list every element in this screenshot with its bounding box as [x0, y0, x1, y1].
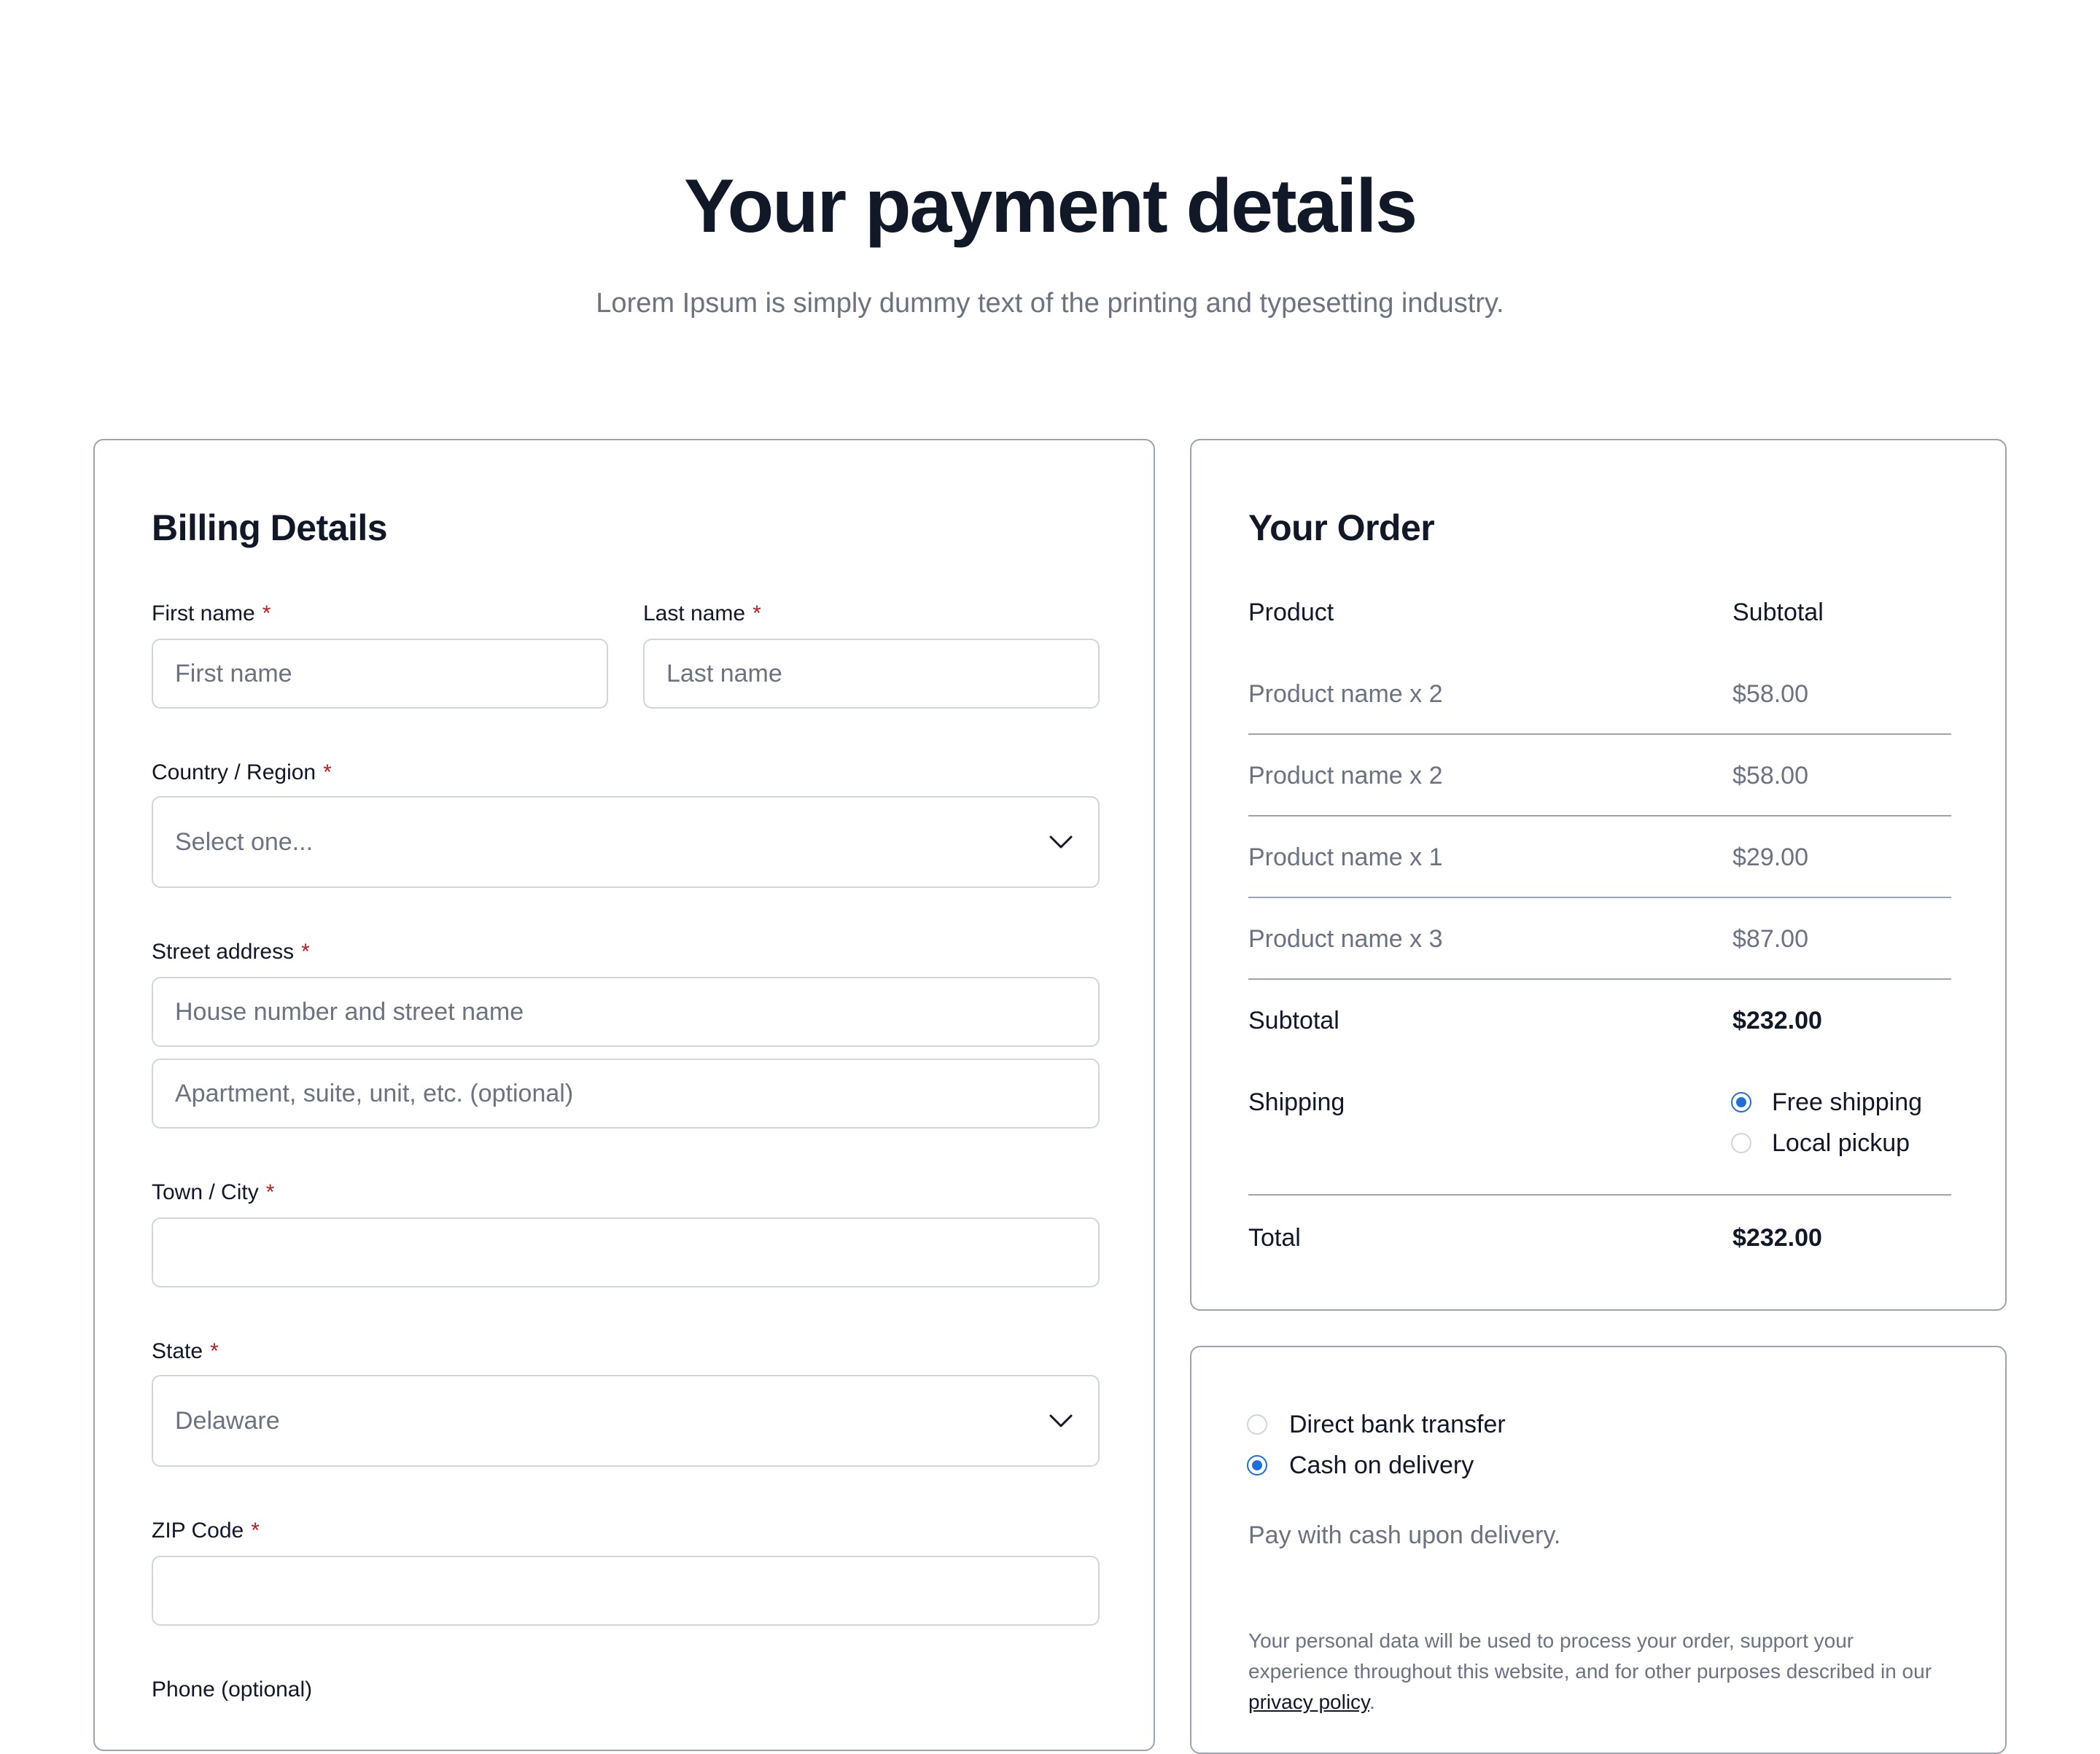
local-pickup-radio[interactable]: [1731, 1133, 1751, 1153]
required-mark: *: [210, 1339, 219, 1363]
last-name-input[interactable]: Last name: [643, 639, 1100, 709]
order-item-name: Product name x 3: [1248, 925, 1443, 953]
apartment-placeholder: Apartment, suite, unit, etc. (optional): [175, 1079, 574, 1107]
billing-details-card: Billing Details First name * First name L…: [93, 439, 1155, 1751]
subtotal-column-header: Subtotal: [1732, 599, 1824, 626]
city-input[interactable]: [152, 1217, 1100, 1287]
row-divider: [1248, 815, 1951, 816]
local-pickup-label[interactable]: Local pickup: [1772, 1127, 1910, 1159]
chevron-down-icon: [1049, 835, 1073, 849]
state-select[interactable]: Delaware: [152, 1375, 1100, 1467]
privacy-policy-link[interactable]: privacy policy: [1248, 1691, 1369, 1713]
state-label: State *: [152, 1339, 219, 1363]
page-title: Your payment details: [683, 164, 1418, 249]
required-mark: *: [301, 940, 310, 964]
order-title: Your Order: [1248, 507, 1435, 548]
last-name-placeholder: Last name: [666, 659, 782, 687]
order-item-name: Product name x 2: [1248, 680, 1443, 708]
total-label: Total: [1248, 1224, 1301, 1252]
free-shipping-radio[interactable]: [1731, 1092, 1751, 1112]
city-label: Town / City *: [152, 1180, 275, 1204]
order-item-price: $87.00: [1732, 925, 1808, 953]
row-divider: [1248, 897, 1951, 898]
page-subtitle: Lorem Ipsum is simply dummy text of the …: [596, 288, 1504, 319]
first-name-input[interactable]: First name: [152, 639, 608, 709]
order-summary-card: Your Order Product Subtotal Product name…: [1190, 439, 2007, 1311]
cash-on-delivery-label[interactable]: Cash on delivery: [1289, 1449, 1474, 1481]
first-name-label: First name *: [152, 601, 271, 625]
zip-input[interactable]: [152, 1556, 1100, 1626]
free-shipping-label[interactable]: Free shipping: [1772, 1086, 1922, 1118]
bank-transfer-radio[interactable]: [1247, 1414, 1267, 1435]
first-name-placeholder: First name: [175, 659, 292, 687]
bank-transfer-label[interactable]: Direct bank transfer: [1289, 1408, 1506, 1441]
payment-method-card: Direct bank transfer Cash on delivery Pa…: [1190, 1346, 2007, 1754]
row-divider: [1248, 733, 1951, 735]
zip-label: ZIP Code *: [152, 1519, 260, 1543]
subtotal-value: $232.00: [1732, 1007, 1822, 1034]
product-column-header: Product: [1248, 599, 1334, 626]
payment-note: Pay with cash upon delivery.: [1248, 1521, 1561, 1549]
required-mark: *: [251, 1519, 260, 1543]
country-label: Country / Region *: [152, 760, 332, 784]
order-item-name: Product name x 2: [1248, 762, 1443, 790]
order-item-price: $58.00: [1732, 680, 1808, 708]
street-address-placeholder: House number and street name: [175, 997, 524, 1026]
country-select-value: Select one...: [175, 827, 314, 856]
apartment-input[interactable]: Apartment, suite, unit, etc. (optional): [152, 1059, 1100, 1129]
order-item-name: Product name x 1: [1248, 843, 1443, 871]
last-name-label: Last name *: [643, 601, 761, 625]
phone-label: Phone (optional): [152, 1677, 313, 1702]
state-select-value: Delaware: [175, 1406, 280, 1435]
required-mark: *: [752, 601, 761, 625]
chevron-down-icon: [1049, 1414, 1073, 1427]
street-label: Street address *: [152, 940, 310, 964]
required-mark: *: [323, 760, 332, 784]
subtotal-label: Subtotal: [1248, 1007, 1339, 1034]
order-item-price: $58.00: [1732, 762, 1808, 790]
shipping-label: Shipping: [1248, 1088, 1345, 1116]
required-mark: *: [265, 1180, 275, 1204]
row-divider: [1248, 978, 1951, 980]
country-select[interactable]: Select one...: [152, 796, 1100, 888]
order-item-price: $29.00: [1732, 843, 1808, 871]
required-mark: *: [262, 601, 271, 625]
total-value: $232.00: [1732, 1224, 1822, 1252]
billing-title: Billing Details: [152, 507, 388, 548]
privacy-notice: Your personal data will be used to proce…: [1248, 1629, 1932, 1713]
cash-on-delivery-radio[interactable]: [1247, 1455, 1267, 1476]
row-divider: [1248, 1194, 1951, 1196]
street-address-input[interactable]: House number and street name: [152, 977, 1100, 1047]
